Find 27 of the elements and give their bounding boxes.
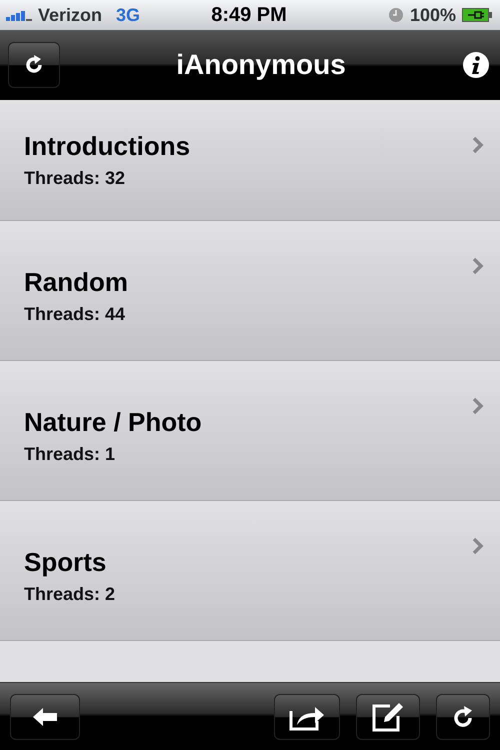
left-arrow-icon <box>32 706 58 726</box>
chevron-icon <box>472 136 484 154</box>
window-title: iAnonymous <box>176 49 346 81</box>
clock-icon <box>388 7 404 23</box>
compose-icon <box>372 702 404 732</box>
network-type: 3G <box>116 4 140 26</box>
compose-button[interactable] <box>356 694 420 740</box>
chevron-icon <box>472 257 484 275</box>
carrier-name: Verizon <box>38 4 102 26</box>
thread-count: Threads: 44 <box>24 304 126 324</box>
refresh-button[interactable] <box>436 694 490 740</box>
forum-name: Random <box>24 266 128 298</box>
forum-name: Sports <box>24 546 108 578</box>
clock-time: 8:49 PM <box>211 4 287 26</box>
forum-name: Nature / Photo <box>24 406 202 438</box>
thread-count: Threads: 32 <box>24 168 126 189</box>
refresh-button[interactable] <box>8 42 60 88</box>
chevron-icon <box>472 537 484 555</box>
chevron-icon <box>472 397 484 415</box>
thread-count: Threads: 2 <box>24 584 116 604</box>
thread-count: Threads: 1 <box>24 444 116 464</box>
battery-percent: 100% <box>410 4 456 26</box>
forum-name: Introductions <box>24 131 190 162</box>
battery-icon <box>462 7 492 23</box>
share-button[interactable] <box>274 694 340 740</box>
info-icon[interactable] <box>462 51 490 79</box>
back-button[interactable] <box>10 694 80 740</box>
